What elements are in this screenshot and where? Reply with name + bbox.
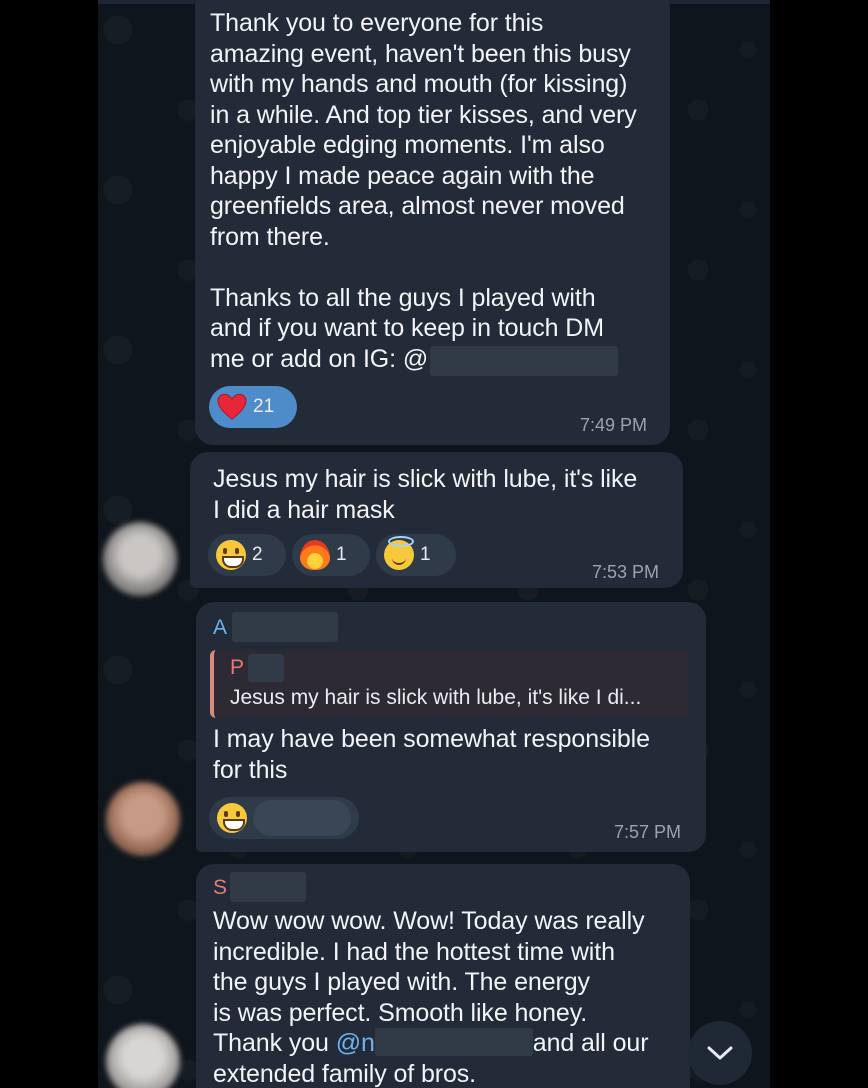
reply-sender: P — [230, 656, 245, 679]
redacted-reply-sender — [248, 654, 284, 682]
reaction-angel[interactable]: 1 — [376, 534, 456, 576]
grinning-face-icon — [216, 540, 246, 570]
scroll-to-bottom-button[interactable] — [688, 1021, 752, 1085]
fire-icon — [300, 540, 330, 570]
message-bubble-4[interactable]: S Wow wow wow. Wow! Today was really inc… — [196, 864, 690, 1088]
reaction-count: 1 — [420, 544, 431, 565]
redacted-sender — [230, 872, 306, 902]
message-bubble-2[interactable]: Jesus my hair is slick with lube, it's l… — [190, 452, 683, 588]
reaction-count: 1 — [336, 544, 347, 565]
message-text: Wow wow wow. Wow! Today was really incre… — [213, 907, 645, 1027]
message-mention-line: Thank you @n and all our — [213, 1028, 683, 1059]
avatar[interactable] — [106, 1024, 180, 1088]
reaction-heart[interactable]: 21 — [209, 386, 297, 428]
message-text: Thank you to everyone for this amazing e… — [210, 9, 637, 373]
message-text: Jesus my hair is slick with lube, it's l… — [213, 465, 638, 524]
reaction-grin[interactable]: 2 — [208, 534, 286, 576]
message-text: I may have been somewhat responsible for… — [213, 725, 650, 784]
mention-link[interactable]: @n — [336, 1029, 375, 1057]
redacted-reactors — [253, 800, 351, 836]
redacted-sender — [232, 612, 338, 642]
avatar[interactable] — [103, 522, 177, 596]
redacted-mention — [374, 1028, 533, 1056]
grinning-face-icon — [217, 803, 247, 833]
reaction-fire[interactable]: 1 — [292, 534, 370, 576]
message-time: 7:53 PM — [592, 562, 660, 582]
reply-text: Jesus my hair is slick with lube, it's l… — [230, 686, 642, 709]
sender-name[interactable]: S — [213, 876, 227, 900]
message-bubble-1[interactable]: Thank you to everyone for this amazing e… — [195, 0, 670, 445]
heart-icon — [217, 393, 247, 420]
reaction-grin[interactable] — [209, 797, 359, 839]
reaction-count: 2 — [252, 544, 263, 565]
sender-name[interactable]: A — [213, 616, 227, 640]
smiling-face-with-halo-icon — [384, 536, 414, 570]
redacted-handle — [430, 346, 618, 376]
reply-preview[interactable]: P Jesus my hair is slick with lube, it's… — [210, 650, 688, 718]
mention-prefix: Thank you — [213, 1029, 336, 1057]
avatar[interactable] — [106, 782, 180, 856]
message-bubble-3[interactable]: A P Jesus my hair is slick with lube, it… — [196, 602, 706, 852]
chevron-down-icon — [707, 1046, 733, 1060]
reaction-count: 21 — [253, 396, 275, 417]
message-time: 7:49 PM — [580, 415, 648, 435]
message-text-last: extended family of bros. — [213, 1060, 477, 1088]
message-time: 7:57 PM — [614, 822, 682, 842]
mention-suffix: and all our — [532, 1029, 649, 1057]
